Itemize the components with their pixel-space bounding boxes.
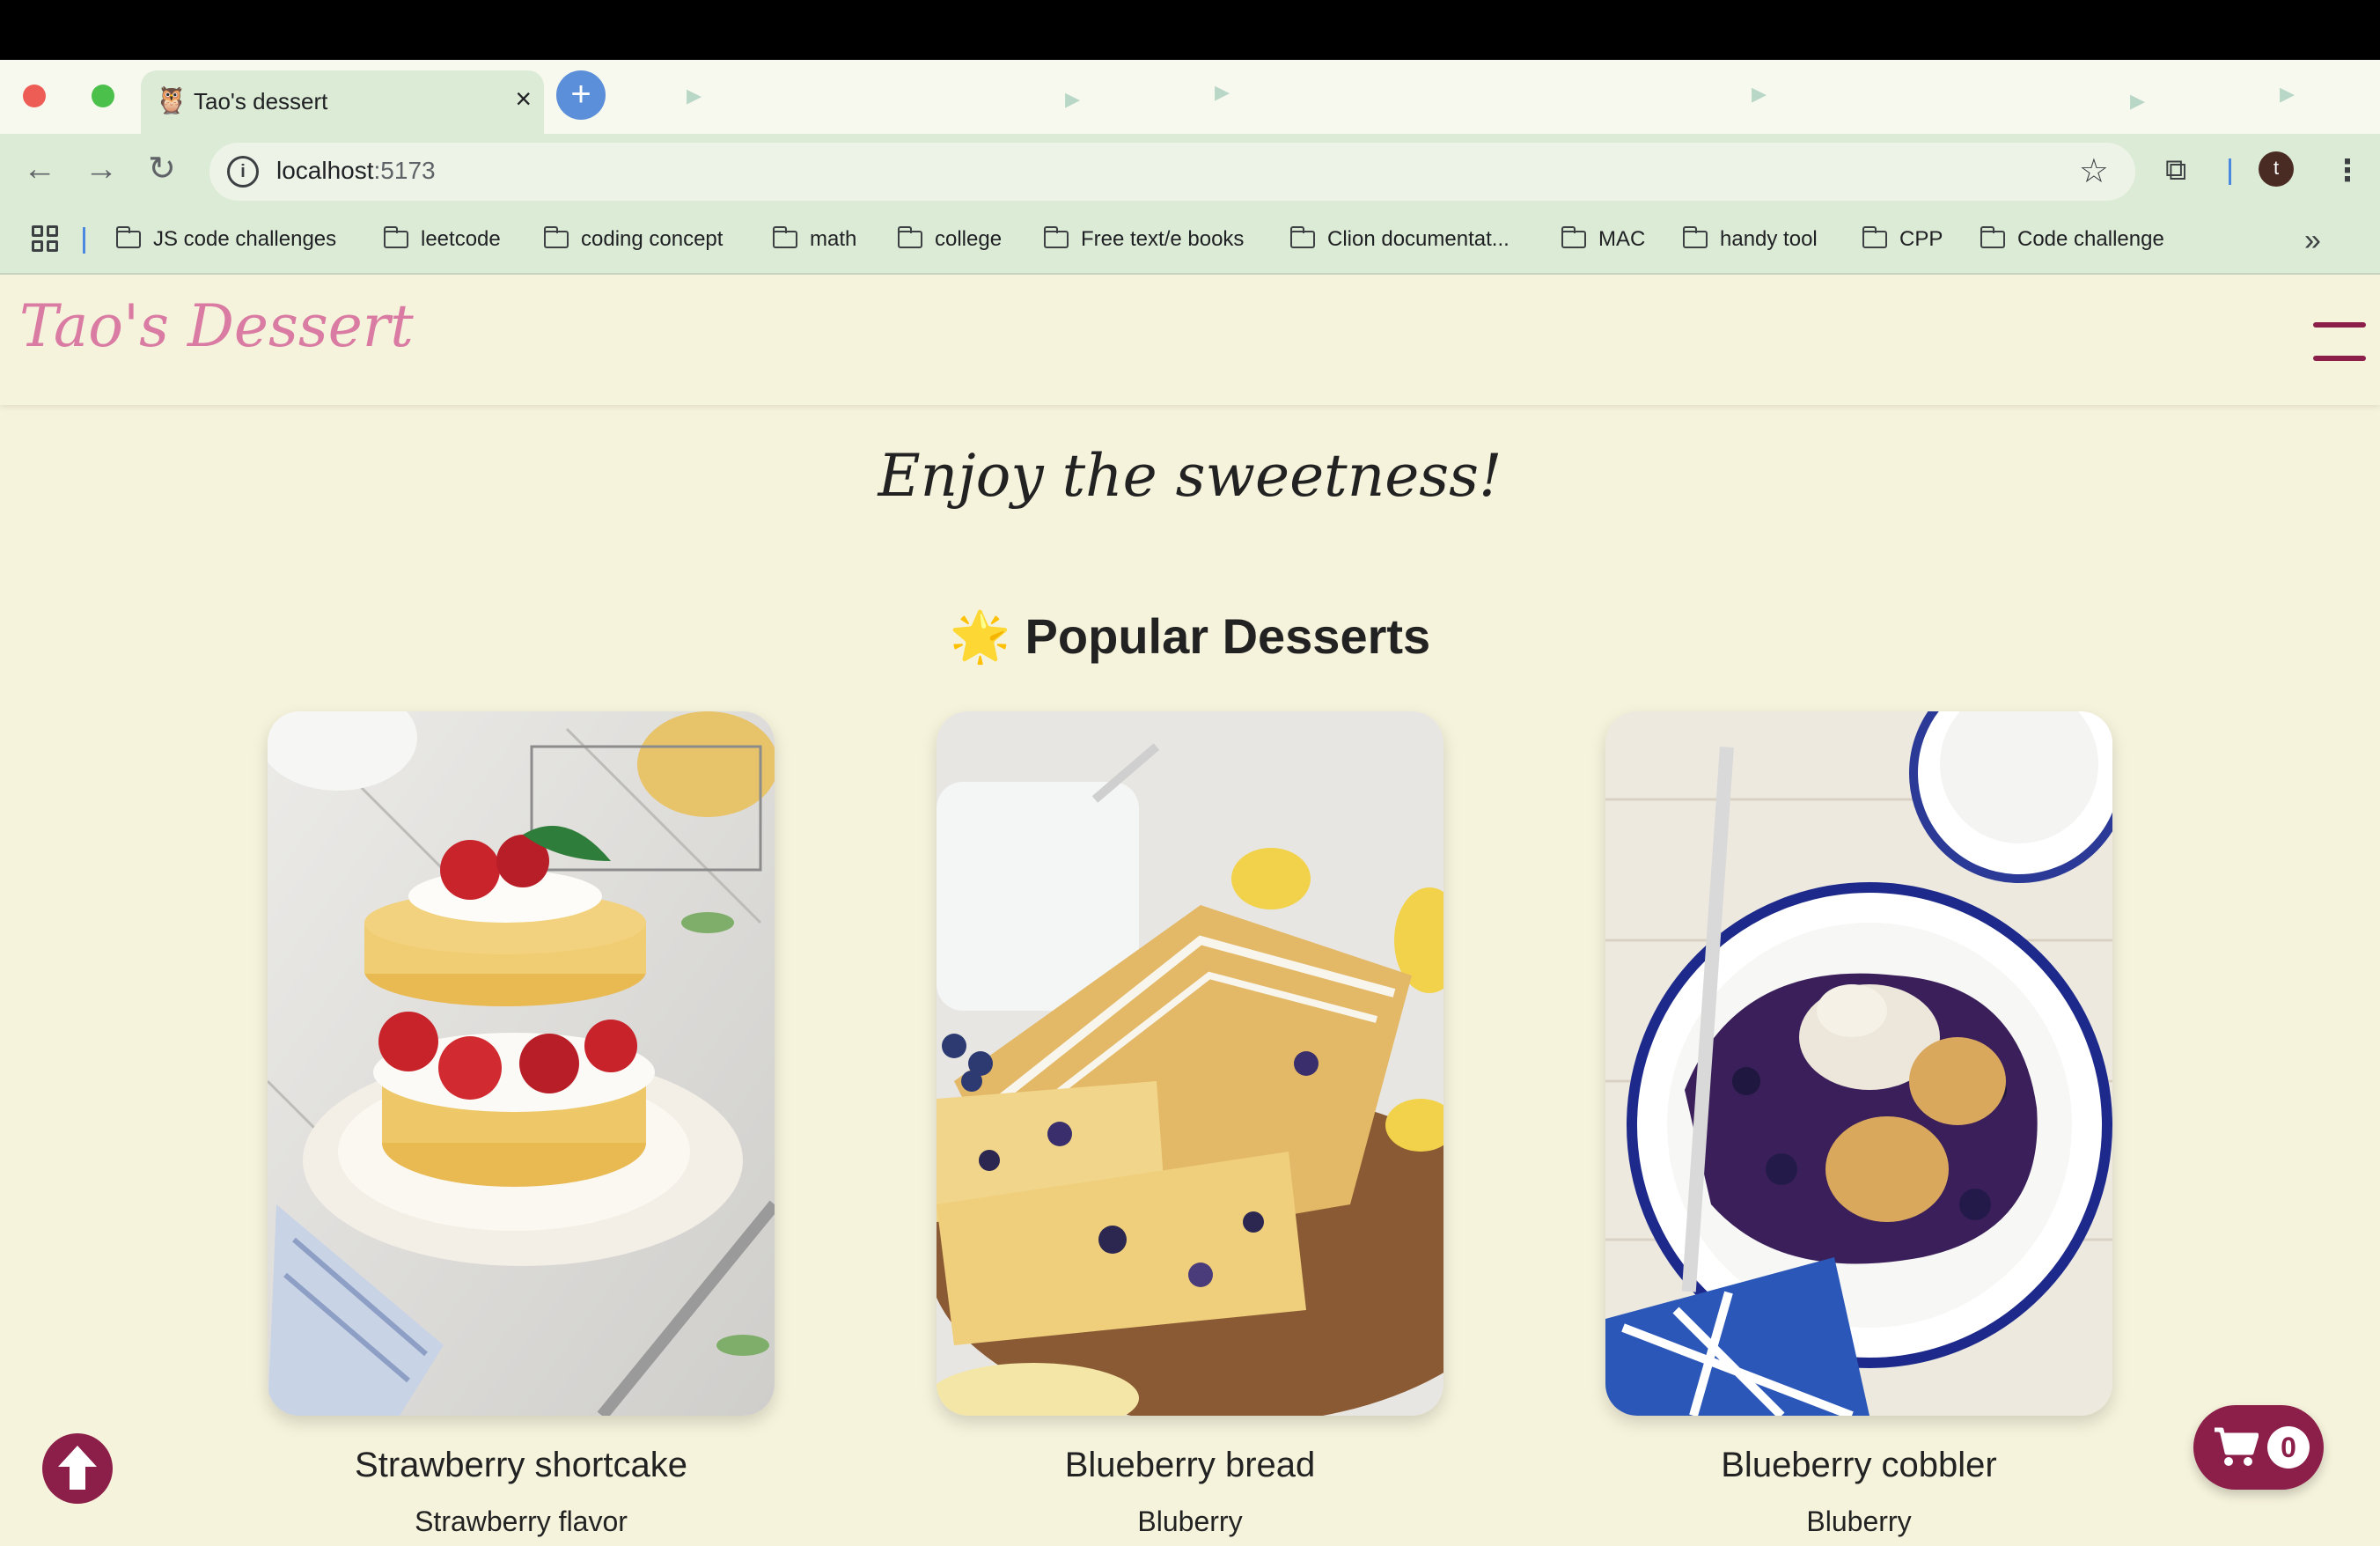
site-header: Tao's Dessert [0, 275, 2380, 405]
new-tab-button[interactable]: + [556, 70, 606, 120]
bookmark-folder[interactable]: handy tool [1682, 226, 1818, 252]
product-name: Blueberry cobbler [1721, 1446, 1997, 1484]
product-flavor: Strawberry flavor [415, 1506, 628, 1537]
decor-triangle: ▸ [687, 78, 702, 112]
folder-icon [772, 226, 797, 248]
zoom-window-button[interactable] [92, 85, 114, 107]
folder-icon [543, 226, 569, 248]
bookmark-folder[interactable]: JS code challenges [115, 226, 336, 252]
folder-icon [1043, 226, 1069, 248]
back-icon[interactable]: ← [23, 151, 56, 187]
forward-icon[interactable]: → [84, 151, 118, 187]
browser-tab-active[interactable]: 🦉 Tao's dessert × [141, 70, 544, 134]
address-bar[interactable]: i localhost:5173 ☆ [209, 143, 2135, 201]
product-image-blueberry-bread[interactable] [937, 711, 1443, 1416]
menu-icon[interactable]: ⋮ [2332, 153, 2362, 188]
bookmark-folder[interactable]: Free text/e books [1043, 226, 1244, 252]
decor-triangle: ▸ [1215, 75, 1230, 108]
bookmark-folder[interactable]: MAC [1561, 226, 1645, 252]
browser-toolbar: ← → ↻ i localhost:5173 ☆ ⧉ t ⋮ [0, 134, 2380, 208]
apps-grid-icon[interactable] [32, 225, 58, 252]
bookmark-folder[interactable]: Clion documentat... [1289, 226, 1510, 252]
cart-icon [2215, 1427, 2259, 1466]
bookmarks-bar: JS code challenges leetcode coding conce… [0, 208, 2380, 275]
screen-top-bar [0, 0, 2380, 60]
reload-icon[interactable]: ↻ [148, 151, 176, 187]
decor-triangle: ▸ [2130, 84, 2146, 117]
profile-avatar[interactable]: t [2259, 151, 2294, 187]
bookmark-folder[interactable]: coding concept [543, 226, 723, 252]
folder-icon [1561, 226, 1586, 248]
folder-icon [1862, 226, 1887, 248]
bookmark-folder[interactable]: math [772, 226, 856, 252]
owl-favicon-icon: 🦉 [155, 86, 188, 115]
section-title: 🌟 Popular Desserts [949, 608, 1431, 664]
decor-triangle: ▸ [1065, 82, 1081, 115]
product-name: Strawberry shortcake [355, 1446, 687, 1484]
toolbar-divider [2229, 158, 2231, 185]
scroll-to-top-button[interactable] [42, 1433, 113, 1504]
tab-title: Tao's dessert [194, 88, 328, 114]
close-tab-icon[interactable]: × [515, 83, 532, 115]
tagline: Enjoy the sweetness! [878, 442, 1502, 510]
cart-count-badge: 0 [2267, 1426, 2310, 1469]
bookmark-star-icon[interactable]: ☆ [2079, 151, 2109, 191]
url-text: localhost:5173 [276, 157, 436, 184]
search-tabs-icon[interactable]: ⧉ [2165, 153, 2186, 188]
star-icon: 🌟 [949, 608, 1011, 664]
decor-triangle: ▸ [1752, 77, 1767, 110]
hamburger-icon[interactable] [2313, 317, 2366, 366]
bookmark-folder[interactable]: CPP [1862, 226, 1943, 252]
product-image-blueberry-cobbler[interactable] [1605, 711, 2112, 1416]
folder-icon [383, 226, 408, 248]
bookmark-folder[interactable]: leetcode [383, 226, 501, 252]
bookmark-folder[interactable]: college [897, 226, 1002, 252]
cart-button[interactable]: 0 [2193, 1405, 2324, 1490]
arrow-up-icon [58, 1446, 97, 1490]
folder-icon [897, 226, 922, 248]
bookmark-folder[interactable]: Code challenge [1980, 226, 2164, 252]
close-window-button[interactable] [23, 85, 46, 107]
folder-icon [1980, 226, 2005, 248]
product-image-strawberry-shortcake[interactable] [268, 711, 775, 1416]
bookmarks-divider [83, 227, 85, 254]
site-logo[interactable]: Tao's Dessert [19, 292, 414, 360]
product-flavor: Bluberry [1137, 1506, 1243, 1537]
folder-icon [115, 226, 141, 248]
product-name: Blueberry bread [1064, 1446, 1316, 1484]
tab-strip: ▸ ▸ ▸ ▸ ▸ ▸ 🦉 Tao's dessert × + [0, 60, 2380, 134]
folder-icon [1289, 226, 1315, 248]
info-icon[interactable]: i [227, 156, 259, 188]
folder-icon [1682, 226, 1708, 248]
more-bookmarks-icon[interactable]: » [2304, 224, 2321, 258]
decor-triangle: ▸ [2280, 77, 2296, 110]
product-flavor: Bluberry [1806, 1506, 1912, 1537]
